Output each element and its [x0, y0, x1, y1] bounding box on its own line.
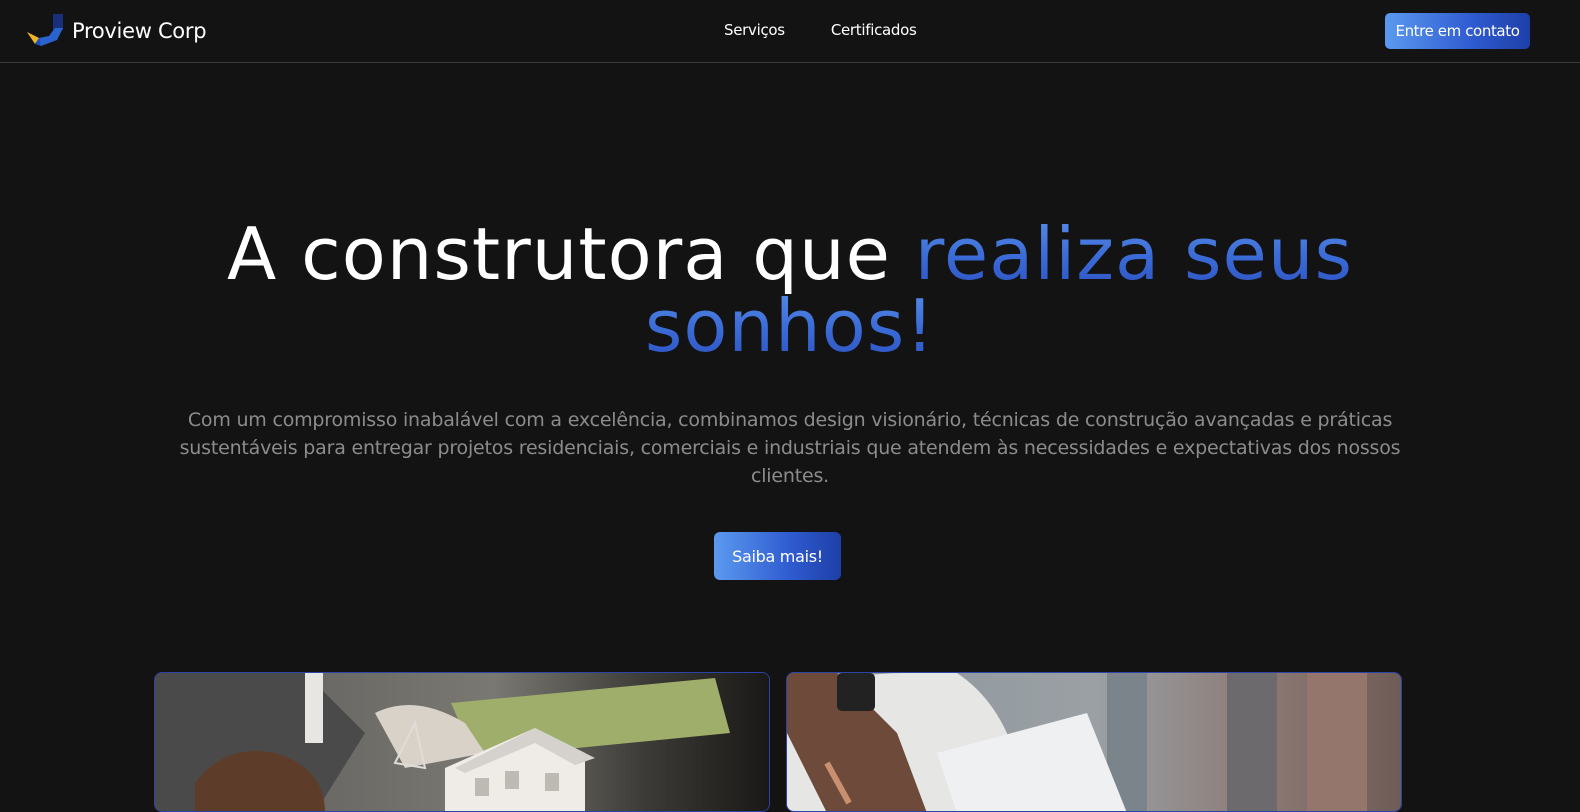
contact-button[interactable]: Entre em contato — [1385, 13, 1530, 49]
hero-title-accent-2: sonhos! — [644, 284, 936, 368]
main-nav: Serviços Certificados — [724, 21, 917, 39]
project-card-2[interactable] — [786, 672, 1402, 812]
learn-more-button[interactable]: Saiba mais! — [714, 532, 841, 580]
brand-name: Proview Corp — [72, 19, 207, 43]
engineer-blueprint-image — [787, 673, 1401, 811]
hero-title: A construtora que realiza seus sonhos! — [0, 218, 1580, 362]
brand-logo[interactable]: Proview Corp — [27, 14, 207, 48]
nav-link-certificados[interactable]: Certificados — [831, 21, 917, 39]
hero-description: Com um compromisso inabalável com a exce… — [179, 409, 1401, 487]
project-card-1[interactable] — [154, 672, 770, 812]
nav-link-servicos[interactable]: Serviços — [724, 21, 785, 39]
hero-title-accent-1: realiza seus — [914, 212, 1353, 296]
logo-icon — [27, 14, 63, 46]
navbar: Proview Corp Serviços Certificados Entre… — [0, 0, 1580, 63]
house-model-image — [155, 673, 769, 811]
